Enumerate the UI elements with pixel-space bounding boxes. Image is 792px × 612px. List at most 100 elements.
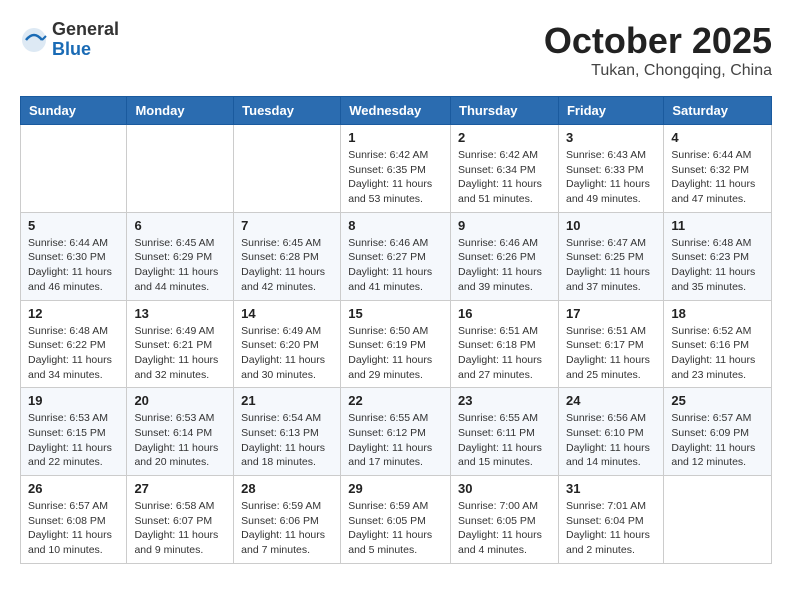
calendar-cell: 6 Sunrise: 6:45 AM Sunset: 6:29 PM Daylig… xyxy=(127,212,234,300)
calendar-cell: 13Sunrise: 6:49 AM Sunset: 6:21 PM Dayli… xyxy=(127,300,234,388)
day-info: Sunrise: 6:46 AM Sunset: 6:27 PM Dayligh… xyxy=(348,236,443,295)
day-info: Sunrise: 7:01 AM Sunset: 6:04 PM Dayligh… xyxy=(566,499,656,558)
calendar-week-2: 5Sunrise: 6:44 AM Sunset: 6:30 PM Daylig… xyxy=(21,212,772,300)
weekday-header-tuesday: Tuesday xyxy=(234,97,341,125)
day-info: Sunrise: 6:49 AM Sunset: 6:21 PM Dayligh… xyxy=(134,324,226,383)
day-info: Sunrise: 6:51 AM Sunset: 6:17 PM Dayligh… xyxy=(566,324,656,383)
day-info: Sunrise: 6:52 AM Sunset: 6:16 PM Dayligh… xyxy=(671,324,764,383)
calendar-cell: 31 Sunrise: 7:01 AM Sunset: 6:04 PM Dayli… xyxy=(558,476,663,564)
day-info: Sunrise: 6:48 AM Sunset: 6:22 PM Dayligh… xyxy=(28,324,119,383)
calendar-cell: 22 Sunrise: 6:55 AM Sunset: 6:12 PM Dayli… xyxy=(341,388,451,476)
title-block: October 2025 Tukan, Chongqing, China xyxy=(544,20,772,80)
calendar-cell: 18Sunrise: 6:52 AM Sunset: 6:16 PM Dayli… xyxy=(664,300,772,388)
calendar-table: SundayMondayTuesdayWednesdayThursdayFrid… xyxy=(20,96,772,564)
calendar-cell: 3 Sunrise: 6:43 AM Sunset: 6:33 PM Daylig… xyxy=(558,125,663,213)
day-number: 27 xyxy=(134,481,226,496)
day-info: Sunrise: 6:58 AM Sunset: 6:07 PM Dayligh… xyxy=(134,499,226,558)
day-info: Sunrise: 6:51 AM Sunset: 6:18 PM Dayligh… xyxy=(458,324,551,383)
day-info: Sunrise: 6:56 AM Sunset: 6:10 PM Dayligh… xyxy=(566,411,656,470)
calendar-cell: 4Sunrise: 6:44 AM Sunset: 6:32 PM Daylig… xyxy=(664,125,772,213)
day-info: Sunrise: 6:57 AM Sunset: 6:08 PM Dayligh… xyxy=(28,499,119,558)
day-info: Sunrise: 6:43 AM Sunset: 6:33 PM Dayligh… xyxy=(566,148,656,207)
day-number: 23 xyxy=(458,393,551,408)
calendar-cell: 20 Sunrise: 6:53 AM Sunset: 6:14 PM Dayli… xyxy=(127,388,234,476)
day-number: 26 xyxy=(28,481,119,496)
calendar-cell: 5Sunrise: 6:44 AM Sunset: 6:30 PM Daylig… xyxy=(21,212,127,300)
day-number: 19 xyxy=(28,393,119,408)
day-number: 12 xyxy=(28,306,119,321)
logo-general-text: General xyxy=(52,20,119,40)
weekday-header-monday: Monday xyxy=(127,97,234,125)
weekday-header-friday: Friday xyxy=(558,97,663,125)
day-number: 30 xyxy=(458,481,551,496)
calendar-week-5: 26 Sunrise: 6:57 AM Sunset: 6:08 PM Dayli… xyxy=(21,476,772,564)
day-number: 9 xyxy=(458,218,551,233)
location-text: Tukan, Chongqing, China xyxy=(544,62,772,80)
day-info: Sunrise: 6:45 AM Sunset: 6:29 PM Dayligh… xyxy=(134,236,226,295)
calendar-cell: 16 Sunrise: 6:51 AM Sunset: 6:18 PM Dayli… xyxy=(451,300,559,388)
calendar-cell: 11 Sunrise: 6:48 AM Sunset: 6:23 PM Dayli… xyxy=(664,212,772,300)
calendar-cell: 19 Sunrise: 6:53 AM Sunset: 6:15 PM Dayli… xyxy=(21,388,127,476)
logo: General Blue xyxy=(20,20,119,60)
day-number: 17 xyxy=(566,306,656,321)
calendar-cell: 24 Sunrise: 6:56 AM Sunset: 6:10 PM Dayli… xyxy=(558,388,663,476)
day-number: 11 xyxy=(671,218,764,233)
calendar-week-1: 1 Sunrise: 6:42 AM Sunset: 6:35 PM Daylig… xyxy=(21,125,772,213)
month-title: October 2025 xyxy=(544,20,772,62)
logo-blue-text: Blue xyxy=(52,40,119,60)
day-number: 1 xyxy=(348,130,443,145)
calendar-cell: 21 Sunrise: 6:54 AM Sunset: 6:13 PM Dayli… xyxy=(234,388,341,476)
day-number: 31 xyxy=(566,481,656,496)
calendar-cell: 30Sunrise: 7:00 AM Sunset: 6:05 PM Dayli… xyxy=(451,476,559,564)
calendar-cell: 29 Sunrise: 6:59 AM Sunset: 6:05 PM Dayli… xyxy=(341,476,451,564)
weekday-header-wednesday: Wednesday xyxy=(341,97,451,125)
day-number: 7 xyxy=(241,218,333,233)
day-info: Sunrise: 6:49 AM Sunset: 6:20 PM Dayligh… xyxy=(241,324,333,383)
day-number: 6 xyxy=(134,218,226,233)
day-number: 22 xyxy=(348,393,443,408)
calendar-cell xyxy=(21,125,127,213)
calendar-cell xyxy=(127,125,234,213)
calendar-cell: 12 Sunrise: 6:48 AM Sunset: 6:22 PM Dayli… xyxy=(21,300,127,388)
calendar-cell: 25Sunrise: 6:57 AM Sunset: 6:09 PM Dayli… xyxy=(664,388,772,476)
day-info: Sunrise: 6:55 AM Sunset: 6:11 PM Dayligh… xyxy=(458,411,551,470)
calendar-cell: 1 Sunrise: 6:42 AM Sunset: 6:35 PM Daylig… xyxy=(341,125,451,213)
day-number: 21 xyxy=(241,393,333,408)
day-info: Sunrise: 6:42 AM Sunset: 6:34 PM Dayligh… xyxy=(458,148,551,207)
calendar-cell: 28Sunrise: 6:59 AM Sunset: 6:06 PM Dayli… xyxy=(234,476,341,564)
day-info: Sunrise: 6:44 AM Sunset: 6:30 PM Dayligh… xyxy=(28,236,119,295)
day-info: Sunrise: 6:54 AM Sunset: 6:13 PM Dayligh… xyxy=(241,411,333,470)
calendar-cell: 23 Sunrise: 6:55 AM Sunset: 6:11 PM Dayli… xyxy=(451,388,559,476)
day-number: 29 xyxy=(348,481,443,496)
calendar-cell: 17 Sunrise: 6:51 AM Sunset: 6:17 PM Dayli… xyxy=(558,300,663,388)
weekday-header-thursday: Thursday xyxy=(451,97,559,125)
calendar-cell xyxy=(234,125,341,213)
day-info: Sunrise: 6:42 AM Sunset: 6:35 PM Dayligh… xyxy=(348,148,443,207)
day-number: 15 xyxy=(348,306,443,321)
day-info: Sunrise: 6:53 AM Sunset: 6:15 PM Dayligh… xyxy=(28,411,119,470)
day-info: Sunrise: 6:55 AM Sunset: 6:12 PM Dayligh… xyxy=(348,411,443,470)
weekday-header-sunday: Sunday xyxy=(21,97,127,125)
day-number: 20 xyxy=(134,393,226,408)
day-info: Sunrise: 6:57 AM Sunset: 6:09 PM Dayligh… xyxy=(671,411,764,470)
day-info: Sunrise: 6:59 AM Sunset: 6:06 PM Dayligh… xyxy=(241,499,333,558)
weekday-header-row: SundayMondayTuesdayWednesdayThursdayFrid… xyxy=(21,97,772,125)
day-info: Sunrise: 6:59 AM Sunset: 6:05 PM Dayligh… xyxy=(348,499,443,558)
day-number: 2 xyxy=(458,130,551,145)
day-number: 3 xyxy=(566,130,656,145)
calendar-cell: 10Sunrise: 6:47 AM Sunset: 6:25 PM Dayli… xyxy=(558,212,663,300)
calendar-cell: 2 Sunrise: 6:42 AM Sunset: 6:34 PM Daylig… xyxy=(451,125,559,213)
day-info: Sunrise: 6:53 AM Sunset: 6:14 PM Dayligh… xyxy=(134,411,226,470)
weekday-header-saturday: Saturday xyxy=(664,97,772,125)
page-header: General Blue October 2025 Tukan, Chongqi… xyxy=(20,20,772,80)
calendar-cell: 26 Sunrise: 6:57 AM Sunset: 6:08 PM Dayli… xyxy=(21,476,127,564)
calendar-cell: 27 Sunrise: 6:58 AM Sunset: 6:07 PM Dayli… xyxy=(127,476,234,564)
day-number: 24 xyxy=(566,393,656,408)
calendar-cell: 9Sunrise: 6:46 AM Sunset: 6:26 PM Daylig… xyxy=(451,212,559,300)
day-info: Sunrise: 6:48 AM Sunset: 6:23 PM Dayligh… xyxy=(671,236,764,295)
day-number: 8 xyxy=(348,218,443,233)
calendar-cell xyxy=(664,476,772,564)
day-info: Sunrise: 6:47 AM Sunset: 6:25 PM Dayligh… xyxy=(566,236,656,295)
calendar-cell: 7Sunrise: 6:45 AM Sunset: 6:28 PM Daylig… xyxy=(234,212,341,300)
day-number: 16 xyxy=(458,306,551,321)
